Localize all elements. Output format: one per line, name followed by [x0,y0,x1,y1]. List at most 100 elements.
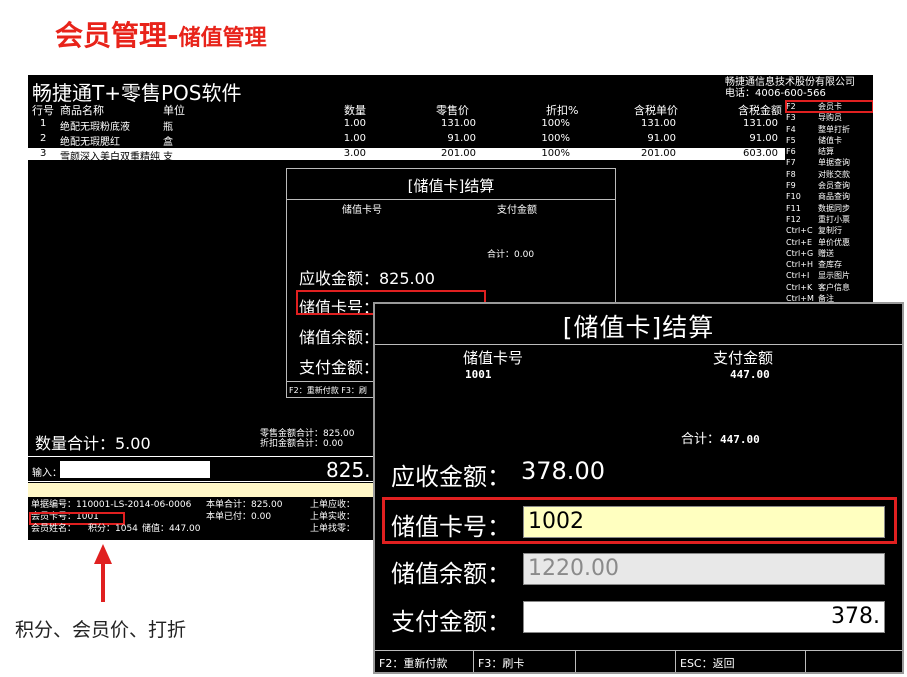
fkey-settle[interactable]: F6 结算 [786,146,873,157]
footer-swipe-card[interactable]: F3：刷卡 [474,651,576,672]
col-header: 含税金额 [738,104,782,117]
row-disc: 100% [541,133,570,144]
slide-title: 会员管理-储值管理 [55,14,267,54]
fkey-guide[interactable]: F3 导购员 [786,112,873,123]
card-row-value[interactable]: 1001 [465,368,492,381]
pay-row-value[interactable]: 447.00 [730,368,770,381]
caption: 积分、会员价、打折 [15,619,187,641]
total-label: 合计： [681,432,721,447]
pay-amount-label: 支付金额： [391,608,511,636]
row-no: 2 [40,133,47,144]
row-unit: 支 [163,152,173,163]
last-paid: 上单实收： [310,512,356,522]
member-stored: 储值：447.00 [142,524,201,534]
fkey-stock[interactable]: Ctrl+H 查库存 [786,259,873,270]
stored-card-settle-dialog: [储值卡]结算 储值卡号 支付金额 1001 447.00 合计：447.00 … [373,302,904,674]
inner-col-card: 储值卡号 [342,205,382,216]
inner-pay-label: 支付金额： [299,358,380,377]
table-row-selected[interactable]: 3 雪颜深入美白双重精纯 支 3.00 201.00 100% 201.00 6… [28,148,785,163]
last-change: 上单找零： [310,524,356,534]
col-header: 零售价 [436,104,469,117]
col-header: 数量 [344,104,366,117]
quantity-total: 数量合计：5.00 [35,434,151,453]
fkey-goods-query[interactable]: F10 商品查询 [786,191,873,202]
slide-title-dash: - [167,19,179,52]
table-row[interactable]: 1 绝配无瑕粉底液 瓶 1.00 131.00 100% 131.00 131.… [28,118,785,133]
col-header: 单位 [163,104,185,117]
row-amount: 91.00 [749,133,778,144]
row-amount: 131.00 [743,118,778,129]
arrow-up-icon [94,544,112,564]
row-taxprice: 201.00 [641,148,676,159]
balance-label: 储值余额： [391,560,511,588]
row-disc: 100% [541,148,570,159]
fkey-price-offer[interactable]: Ctrl+E 单价优惠 [786,237,873,248]
col-header: 行号 [32,104,54,117]
row-price: 91.00 [447,133,476,144]
row-disc: 100% [541,118,570,129]
row-amount: 603.00 [743,148,778,159]
fkey-reprint[interactable]: F12 重打小票 [786,214,873,225]
footer-repay[interactable]: F2：重新付款 [375,651,474,672]
fkey-member-card[interactable]: F2 会员卡 [785,99,873,114]
footer-esc-return[interactable]: ESC：返回 [676,651,806,672]
footer-empty [576,651,676,672]
fkey-stored-card[interactable]: F5 储值卡 [786,135,873,146]
inner-total: 合计：0.00 [487,250,535,260]
fkey-gift[interactable]: Ctrl+G 赠送 [786,248,873,259]
row-no: 1 [40,118,47,129]
member-name: 会员姓名： [31,524,77,534]
big-amount: 825. [326,458,371,482]
row-unit: 瓶 [163,122,173,133]
fkey-reconcile[interactable]: F8 对账交款 [786,169,873,180]
divider [287,199,615,200]
inner-dialog-title: [储值卡]结算 [407,177,495,195]
sales-grid-header: 行号 商品名称 单位 数量 零售价 折扣% 含税单价 含税金额 [28,102,785,117]
row-taxprice: 91.00 [647,133,676,144]
col-header: 含税单价 [634,104,678,117]
row-qty: 1.00 [343,133,366,144]
fkey-customer[interactable]: Ctrl+K 客户信息 [786,282,873,293]
fkey-member-query[interactable]: F9 会员查询 [786,180,873,191]
receivable-value: 378.00 [521,457,605,485]
sum-discount: 折扣金额合计：0.00 [260,439,344,449]
col-header: 商品名称 [60,104,104,117]
fkey-bill-query[interactable]: F7 单据查询 [786,157,873,168]
table-row[interactable]: 2 绝配无瑕腮红 盒 1.00 91.00 100% 91.00 91.00 [28,133,785,148]
last-receivable: 上单应收： [310,500,356,510]
receivable-label: 应收金额： [391,463,511,491]
slide-title-sub: 储值管理 [178,26,267,51]
card-no-input[interactable]: 1002 [523,506,885,538]
row-name: 绝配无瑕腮红 [60,137,120,148]
fkey-sync[interactable]: F11 数据同步 [786,203,873,214]
barcode-input[interactable] [60,461,210,478]
slide-title-main: 会员管理 [55,19,168,52]
row-unit: 盒 [163,137,173,148]
fkey-image[interactable]: Ctrl+I 显示图片 [786,270,873,281]
bill-paid: 本单已付：0.00 [206,512,272,522]
pay-amount-input[interactable]: 378. [523,601,885,633]
fkey-discount[interactable]: F4 整单打折 [786,124,873,135]
row-name: 绝配无瑕粉底液 [60,122,130,133]
col-pay-header: 支付金额 [713,349,774,367]
row-taxprice: 131.00 [641,118,676,129]
row-qty: 1.00 [343,118,366,129]
inner-balance-label: 储值余额： [299,328,380,347]
pos-phone: 电话：4006-600-566 [725,88,826,99]
row-price: 201.00 [441,148,476,159]
row-qty: 3.00 [343,148,366,159]
dialog-title: [储值卡]结算 [562,313,715,342]
payment-total: 合计：447.00 [681,428,760,447]
total-value: 447.00 [720,433,760,446]
col-card-header: 储值卡号 [463,349,524,367]
inner-col-pay: 支付金额 [497,205,537,216]
balance-field: 1220.00 [523,553,885,585]
bill-total: 本单合计：825.00 [206,500,283,510]
fkey-copy-row[interactable]: Ctrl+C 复制行 [786,225,873,236]
sum-retail: 零售金额合计：825.00 [260,429,355,439]
row-name: 雪颜深入美白双重精纯 [60,152,160,163]
dialog-footer: F2：重新付款 F3：刷卡 ESC：返回 [375,650,902,672]
amount-sums: 零售金额合计：825.00 折扣金额合计：0.00 [260,429,355,449]
row-no: 3 [40,148,47,159]
arrow-shaft [101,562,105,602]
